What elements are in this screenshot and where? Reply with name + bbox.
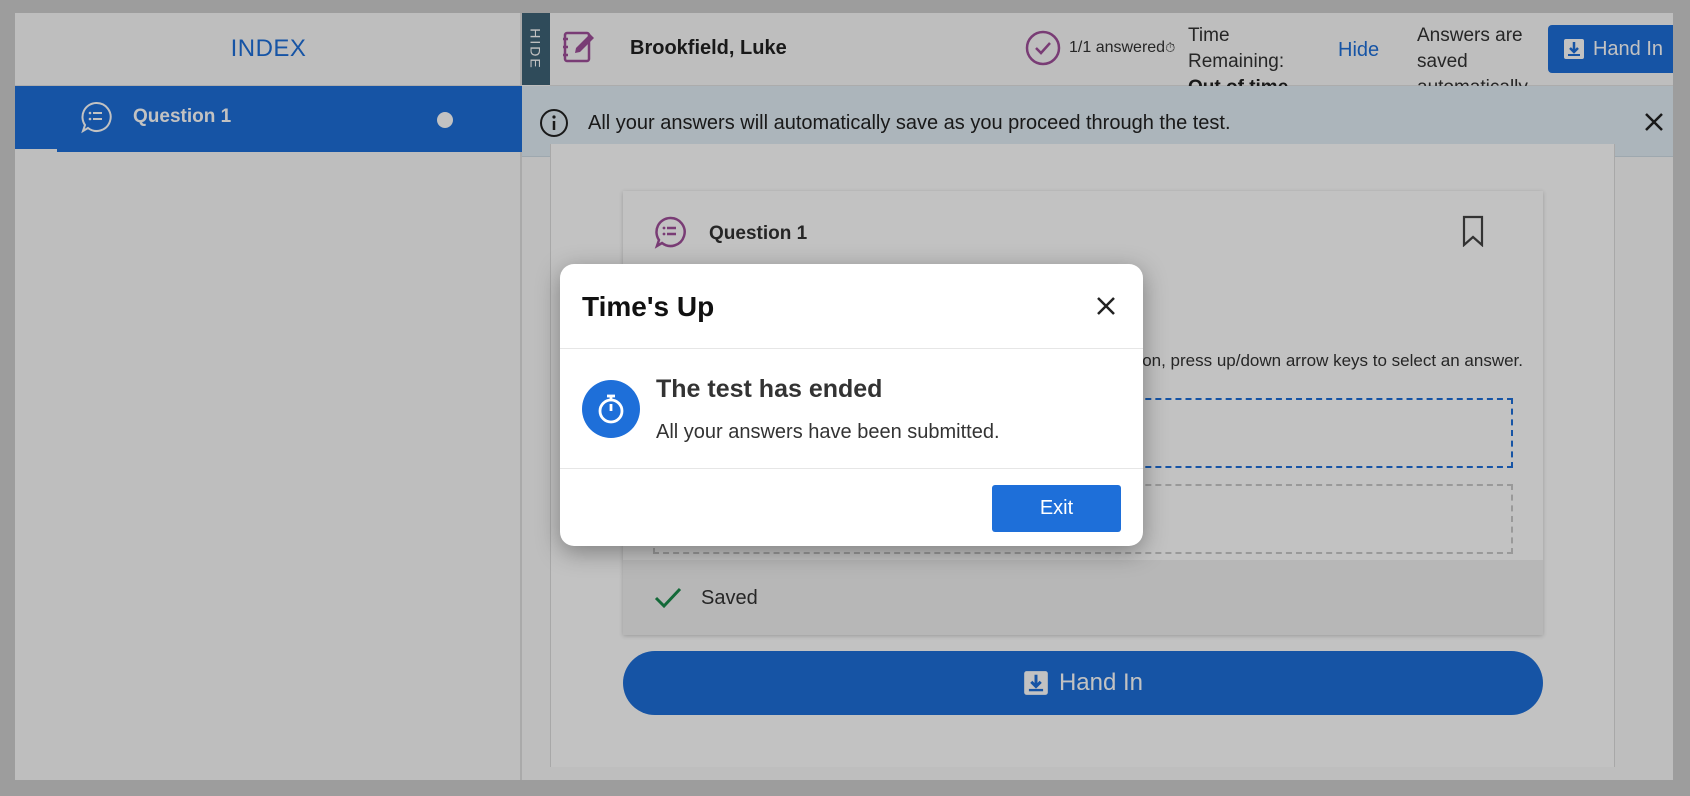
exit-button[interactable]: Exit	[992, 485, 1121, 532]
dialog-heading: The test has ended	[656, 375, 883, 403]
dialog-body: The test has ended All your answers have…	[560, 349, 1143, 469]
dialog-title: Time's Up	[582, 291, 715, 322]
times-up-dialog: Time's Up The test has ended All your an…	[560, 264, 1143, 546]
stopwatch-icon	[582, 380, 640, 438]
dialog-message: All your answers have been submitted.	[656, 421, 1000, 443]
close-icon[interactable]	[1094, 294, 1118, 318]
dialog-header: Time's Up	[560, 264, 1143, 349]
